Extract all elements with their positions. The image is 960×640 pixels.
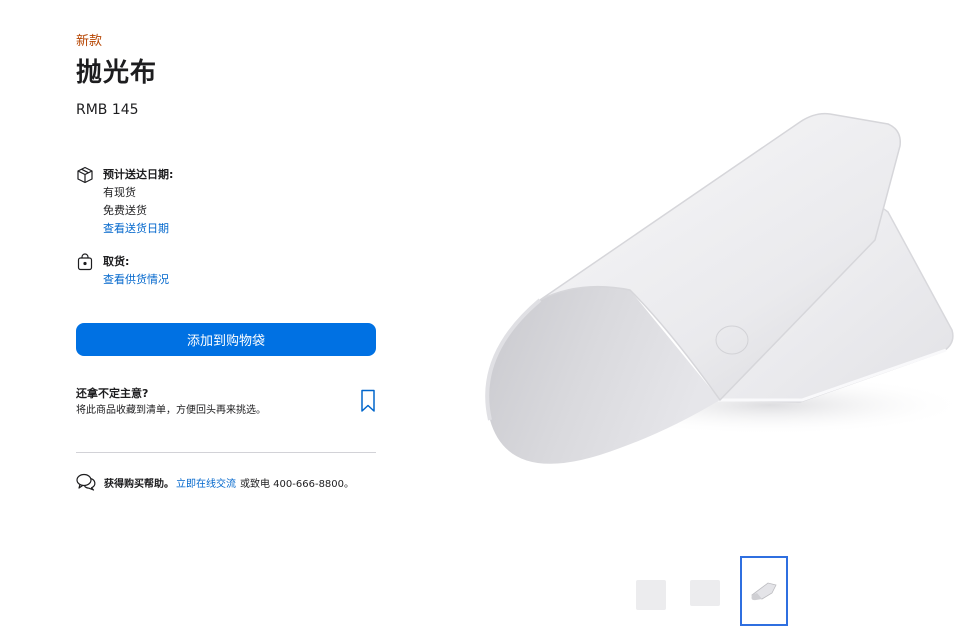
gallery-thumbnails (632, 556, 960, 632)
box-icon (77, 166, 93, 184)
divider (76, 452, 376, 453)
thumbnail-2[interactable] (690, 580, 720, 606)
live-chat-link[interactable]: 立即在线交流 (176, 475, 236, 490)
new-badge: 新款 (76, 34, 103, 49)
delivery-title: 预计送达日期: (103, 168, 174, 181)
pickup-title: 取货: (103, 255, 130, 268)
shipping-info: 免费送货 (103, 204, 147, 217)
purchase-help: 获得购买帮助。 立即在线交流 或致电 400-666-8800。 (76, 472, 396, 492)
product-price: RMB 145 (76, 102, 139, 118)
thumbnail-1[interactable] (636, 580, 666, 610)
thumbnail-3-selected[interactable] (740, 556, 788, 626)
stock-status: 有现货 (103, 186, 136, 199)
check-availability-link[interactable]: 查看供货情况 (103, 271, 363, 289)
bookmark-icon[interactable] (360, 389, 376, 413)
save-for-later-section: 还拿不定主意? 将此商品收藏到清单，方便回头再来挑选。 (76, 386, 378, 426)
help-label: 获得购买帮助。 (104, 478, 174, 490)
store-bag-icon (77, 253, 93, 271)
view-delivery-dates-link[interactable]: 查看送货日期 (103, 220, 363, 238)
cloth-thumbnail-image (751, 582, 777, 601)
product-title: 抛光布 (76, 58, 158, 88)
product-hero-image (485, 112, 960, 464)
save-for-later-title: 还拿不定主意? (76, 387, 149, 400)
add-to-bag-button[interactable]: 添加到购物袋 (76, 323, 376, 356)
help-phone-text: 或致电 400-666-8800。 (240, 478, 355, 490)
save-for-later-description: 将此商品收藏到清单，方便回头再来挑选。 (76, 405, 266, 416)
chat-bubbles-icon (76, 473, 96, 491)
